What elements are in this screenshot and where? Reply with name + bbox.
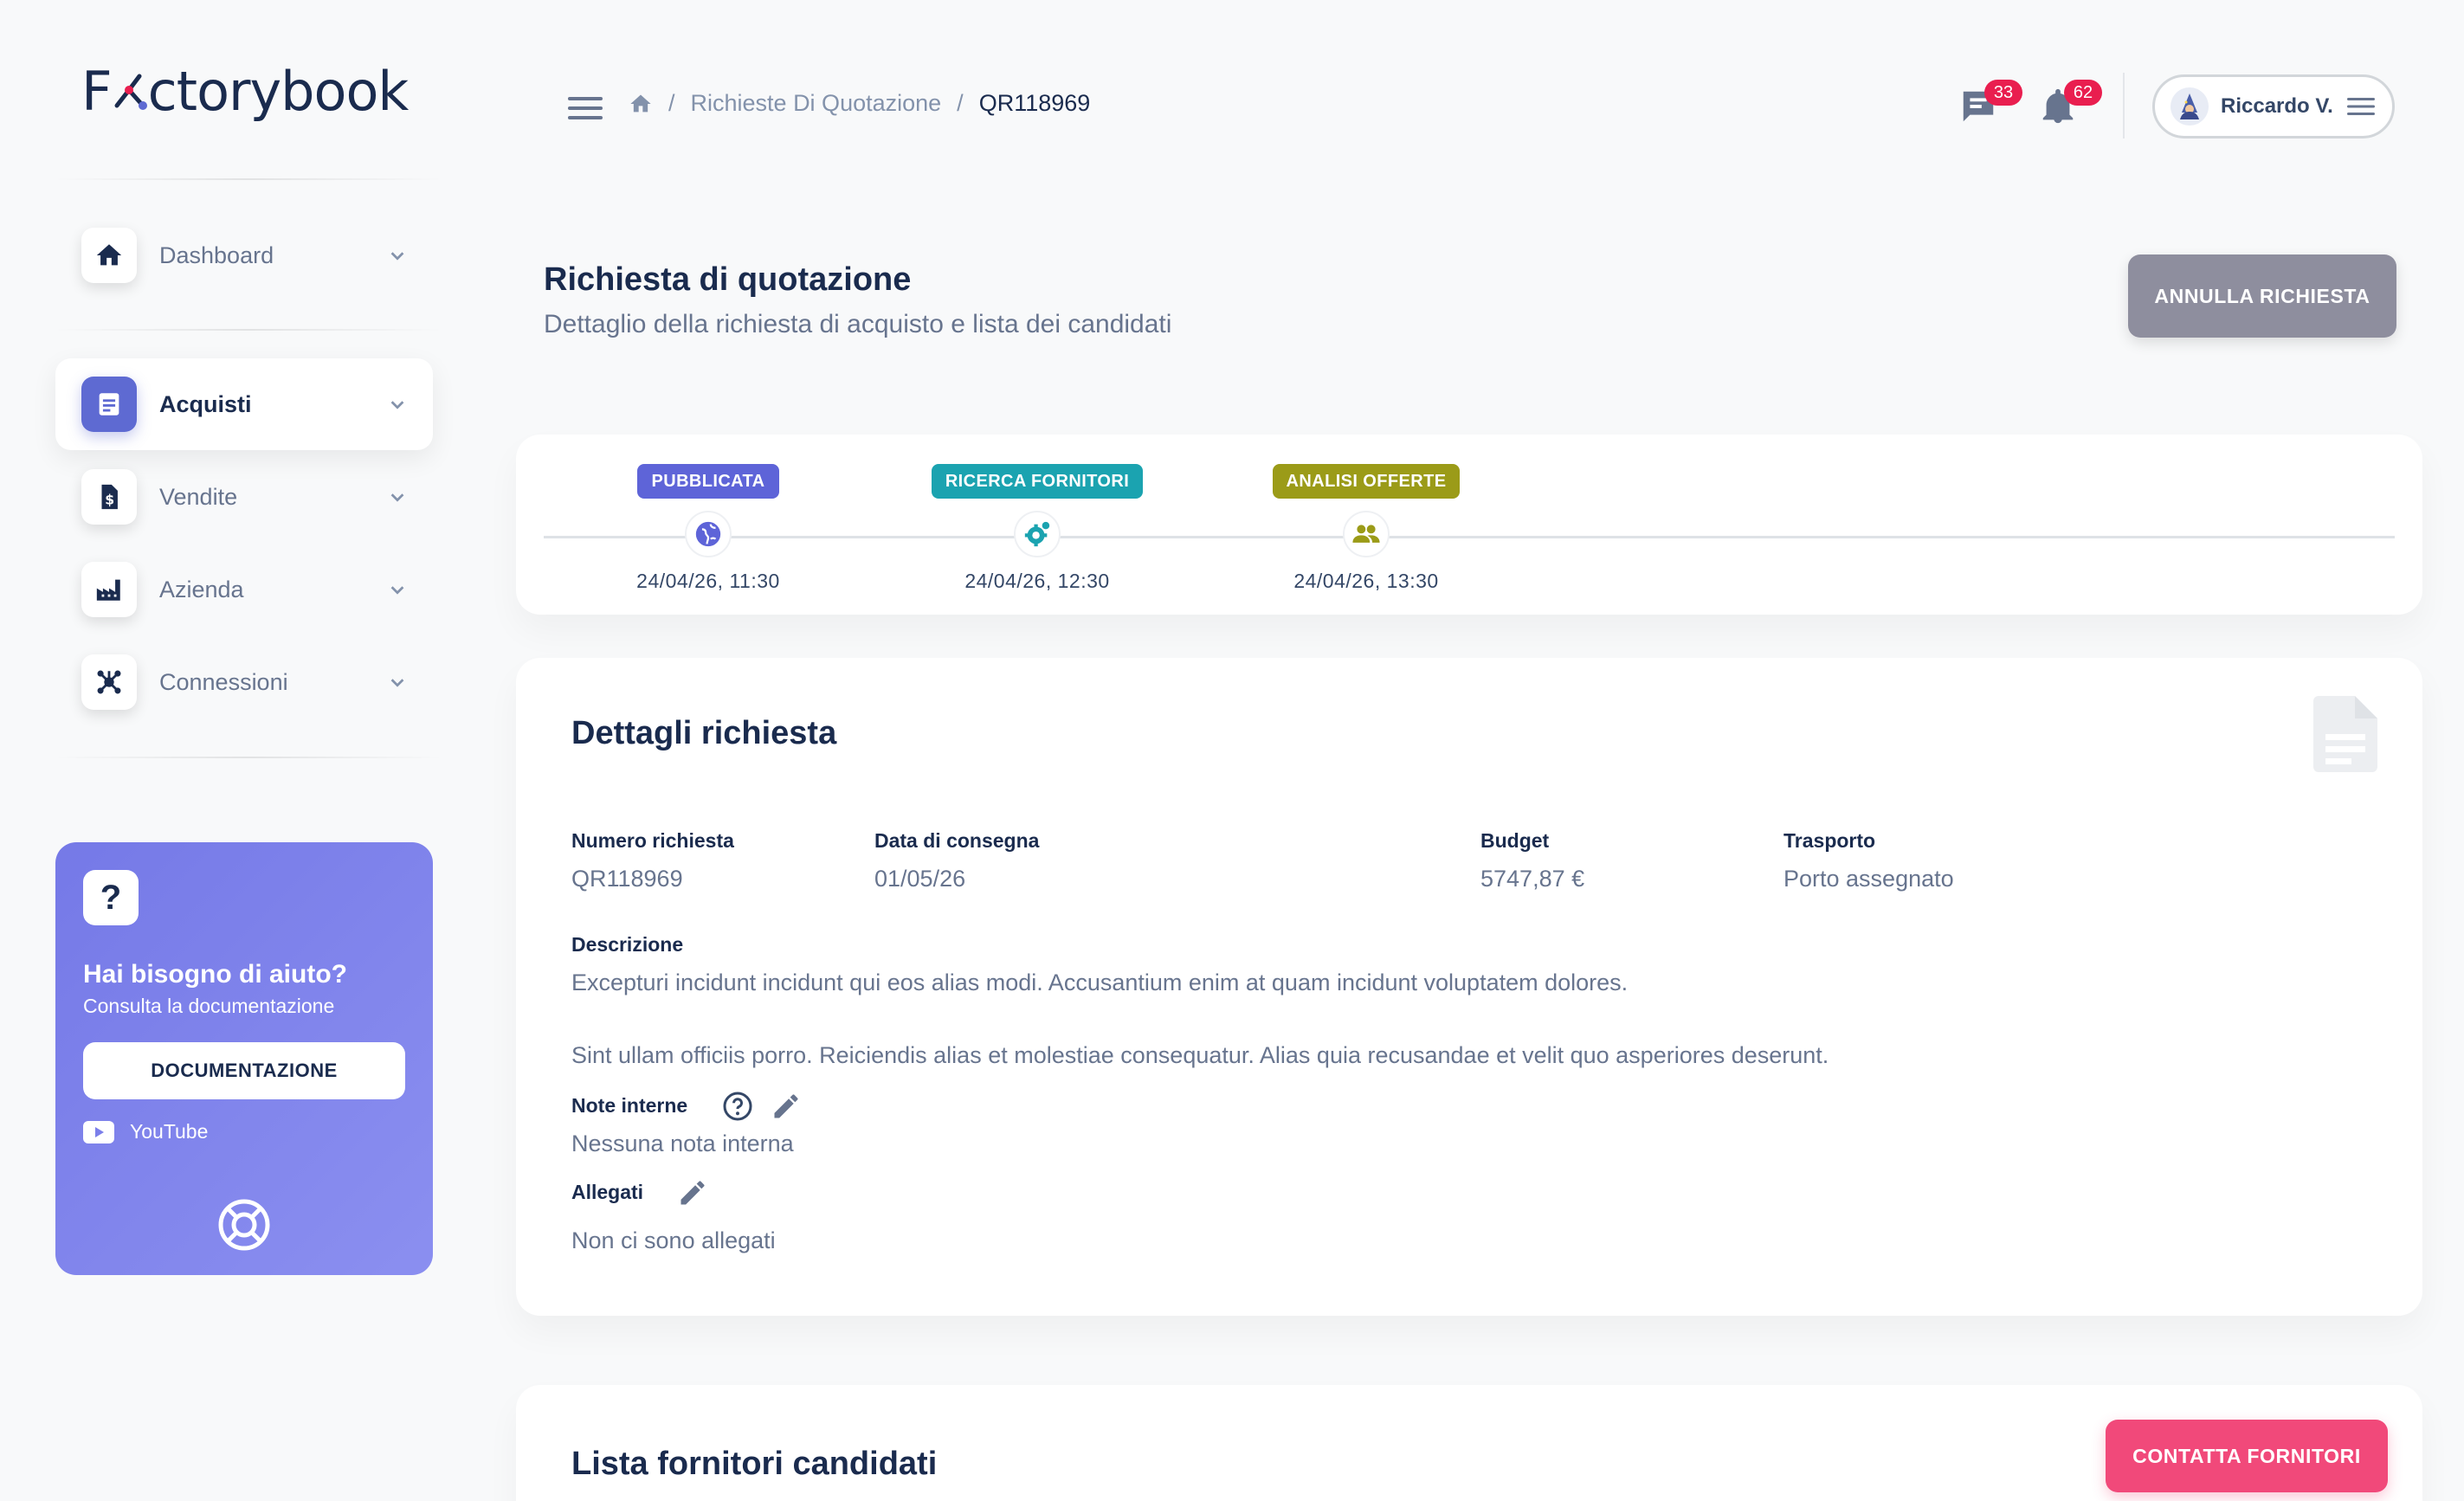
factory-icon [81,562,137,617]
gear-search-icon [1024,521,1050,547]
question-icon: ? [83,870,139,925]
sidebar: F ctorybook Dashboard Acquisti $ Vendite [0,0,485,1501]
request-details-card: Dettagli richiesta Numero richiesta QR11… [516,658,2422,1316]
youtube-link[interactable]: YouTube [83,1120,405,1143]
sidebar-item-vendite[interactable]: $ Vendite [55,451,433,543]
user-name: Riccardo V. [2221,94,2333,118]
status-badge: PUBBLICATA [637,464,779,499]
people-icon [1352,525,1380,543]
consegna-label: Data di consegna [874,829,1040,852]
note-label: Note interne [571,1094,688,1117]
youtube-icon [83,1120,114,1143]
globe-icon [695,521,721,547]
invoice-dollar-icon: $ [81,469,137,525]
user-menu-icon [2347,98,2375,115]
sidebar-item-label: Azienda [159,576,244,602]
details-title: Dettagli richiesta [571,715,837,751]
document-icon [2313,696,2377,772]
sidebar-item-acquisti[interactable]: Acquisti [55,358,433,450]
trasporto-label: Trasporto [1783,829,1876,852]
page-subtitle: Dettaglio della richiesta di acquisto e … [544,310,1172,338]
chevron-down-icon [390,586,404,595]
timeline-date: 24/04/26, 11:30 [636,570,780,592]
budget-label: Budget [1480,829,1550,852]
avatar [2171,87,2209,126]
allegati-value: Non ci sono allegati [571,1227,776,1253]
numero-value: QR118969 [571,866,683,892]
sidebar-item-dashboard[interactable]: Dashboard [55,209,433,301]
status-badge: ANALISI OFFERTE [1272,464,1461,499]
timeline-dot [1343,511,1390,557]
suppliers-title: Lista fornitori candidati [571,1446,938,1482]
sidebar-divider [54,178,443,180]
timeline-dot [1014,511,1061,557]
timeline-step-ricerca-fornitori: RICERCA FORNITORI 24/04/26, 12:30 [890,464,1184,593]
notifications-count-badge: 62 [2064,80,2102,106]
sidebar-item-label: Acquisti [159,390,252,417]
descrizione-text-2: Sint ullam officiis porro. Reiciendis al… [571,1042,1829,1068]
sidebar-item-connessioni[interactable]: Connessioni [55,636,433,728]
user-menu-button[interactable]: Riccardo V. [2152,74,2395,139]
wizard-avatar-icon [2180,93,2199,119]
help-circle-icon[interactable] [722,1091,753,1122]
network-icon [81,654,137,710]
help-card: ? Hai bisogno di aiuto? Consulta la docu… [55,842,433,1275]
breadcrumb-separator: / [957,90,964,116]
chevron-down-icon [390,493,404,502]
sidebar-divider [54,757,443,758]
status-timeline-card: PUBBLICATA 24/04/26, 11:30 RICERCA FORNI… [516,435,2422,615]
svg-text:$: $ [105,493,114,508]
timeline-step-analisi-offerte: ANALISI OFFERTE 24/04/26, 13:30 [1219,464,1513,593]
breadcrumb-separator: / [668,90,675,116]
logo-molecule-icon [114,74,147,110]
budget-value: 5747,87 € [1480,866,1585,892]
sidebar-divider [54,329,443,331]
timeline-step-pubblicata: PUBBLICATA 24/04/26, 11:30 [561,464,855,593]
sidebar-item-azienda[interactable]: Azienda [55,544,433,635]
youtube-label: YouTube [130,1120,209,1143]
document-icon [81,377,137,432]
help-subtitle: Consulta la documentazione [83,995,335,1017]
factorybook-logo[interactable]: F ctorybook [81,59,410,123]
breadcrumb-home-icon[interactable] [629,92,653,116]
help-title: Hai bisogno di aiuto? [83,960,347,989]
documentation-button[interactable]: DOCUMENTAZIONE [83,1042,405,1099]
note-value: Nessuna nota interna [571,1131,794,1156]
page-title: Richiesta di quotazione [544,261,912,298]
allegati-label: Allegati [571,1181,644,1203]
notifications-button[interactable]: 62 [2038,80,2102,132]
status-badge: RICERCA FORNITORI [931,464,1144,499]
messages-count-badge: 33 [1984,80,2022,106]
descrizione-text-1: Excepturi incidunt incidunt qui eos alia… [571,970,1629,995]
consegna-value: 01/05/26 [874,866,966,892]
breadcrumb-section-link[interactable]: Richieste Di Quotazione [691,90,942,117]
logo-text-right: ctorybook [147,59,410,123]
edit-notes-icon[interactable] [771,1091,802,1122]
contact-suppliers-button[interactable]: CONTATTA FORNITORI [2106,1420,2388,1492]
menu-toggle-icon[interactable] [568,95,603,121]
chevron-down-icon [390,401,404,409]
timeline-dot [685,511,732,557]
logo-text-left: F [81,59,113,123]
top-navbar: / Richieste Di Quotazione / QR118969 33 … [485,0,2464,216]
sidebar-item-label: Dashboard [159,242,274,268]
descrizione-label: Descrizione [571,933,684,956]
chevron-down-icon [390,679,404,687]
header-divider [2123,73,2125,139]
breadcrumb-current: QR118969 [978,90,1091,116]
sidebar-item-label: Vendite [159,483,238,510]
edit-attachments-icon[interactable] [677,1177,708,1208]
home-icon [81,228,137,283]
trasporto-value: Porto assegnato [1783,866,1954,892]
cancel-request-button[interactable]: ANNULLA RICHIESTA [2128,254,2396,338]
timeline-date: 24/04/26, 13:30 [1293,570,1439,592]
messages-button[interactable]: 33 [1958,80,2022,132]
breadcrumb: / Richieste Di Quotazione / QR118969 [629,90,1090,117]
lifebuoy-icon[interactable] [216,1197,272,1253]
numero-label: Numero richiesta [571,829,734,852]
chevron-down-icon [390,252,404,261]
timeline-date: 24/04/26, 12:30 [964,570,1110,592]
sidebar-item-label: Connessioni [159,668,288,695]
